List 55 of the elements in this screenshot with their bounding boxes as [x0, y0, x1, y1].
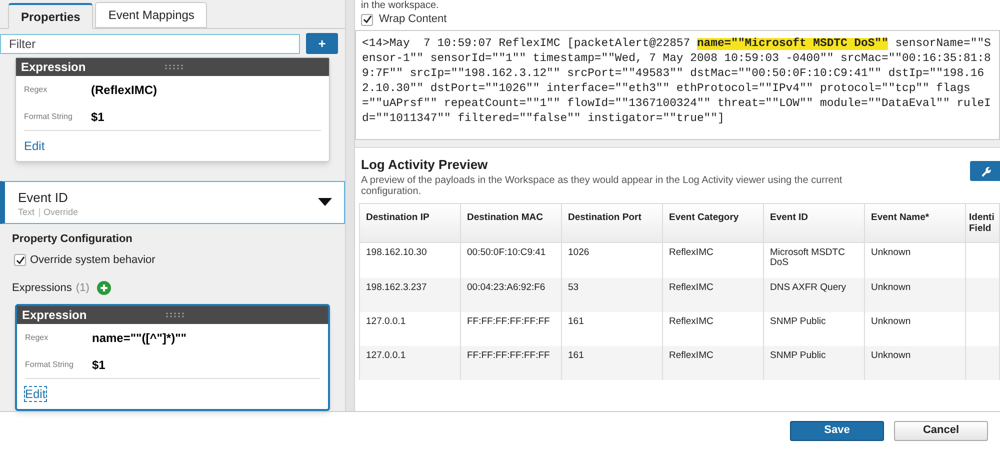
drag-handle-icon: [165, 312, 185, 318]
expression-title: Expression: [21, 59, 86, 76]
separator-line: [38, 208, 40, 217]
save-button[interactable]: Save: [790, 420, 884, 440]
property-override: Override: [44, 208, 78, 217]
expressions-count: (1): [76, 280, 90, 296]
tab[interactable]: Event Mappings: [95, 2, 208, 28]
workspace-note: in the workspace.: [361, 0, 440, 11]
cancel-button[interactable]: Cancel: [894, 420, 988, 440]
column-header[interactable]: Identi Field: [966, 203, 1000, 242]
field-label: Format String: [24, 110, 74, 123]
section-title: Property Configuration: [12, 232, 134, 246]
property-name: Event ID: [18, 189, 69, 208]
table-cell: 161: [562, 346, 662, 380]
add-icon[interactable]: [97, 280, 112, 295]
checkbox[interactable]: [361, 14, 373, 26]
field-label: Format String: [25, 358, 74, 370]
field-label: Regex: [24, 84, 48, 96]
filter-field[interactable]: Filter: [0, 34, 300, 54]
tab[interactable]: Properties: [8, 3, 94, 30]
field-value: (ReflexIMC): [91, 82, 158, 99]
edit-link[interactable]: Edit: [24, 139, 45, 154]
field-value: $1: [92, 356, 106, 374]
preview-description: A preview of the payloads in the Workspace as they would appear in the Log Activity viewer using the current configuration.: [361, 174, 844, 196]
expression-title: Expression: [22, 307, 87, 324]
checkbox-label: Wrap Content: [379, 12, 447, 28]
table-cell: 127.0.0.1: [360, 346, 460, 380]
add-button[interactable]: +: [306, 33, 338, 54]
field-value: name=""([^"]*)"": [92, 330, 186, 346]
edit-link[interactable]: Edit: [25, 387, 46, 401]
column-header[interactable]: Event Name*: [864, 203, 966, 242]
column-header[interactable]: Event Category: [662, 203, 764, 242]
settings-button[interactable]: [970, 161, 1000, 181]
table-cell: Unknown: [864, 346, 966, 380]
property-row[interactable]: Event ID Text Override: [0, 181, 345, 224]
caret-icon: [318, 198, 332, 206]
expressions-label: Expressions: [12, 280, 72, 296]
field-value: $1: [91, 108, 104, 126]
column-header[interactable]: Destination Port: [562, 203, 662, 242]
column-header[interactable]: Event ID: [764, 203, 864, 242]
field-label: Regex: [25, 332, 50, 344]
column-header[interactable]: Destination MAC: [460, 203, 562, 242]
log-payload: <14>May 7 10:59:07 ReflexIMC [packetAlert@22857 name=""Microsoft MSDTC DoS"" sensorName=""Sensor-1"" sensorId=""1"" timestamp=""Wed, 7 May 2008 10:59:03 -0400"" srcMac=""00:16:35:81:89:7F"" srcIp=""198.162.3.12"" srcPort=""49583"" dstMac=""00:50:0F:10:C9:41"" dstIp=""198.162.10.30"" dstPort=""1026"" interface=""eth3"" ethProtocol=""IPv4"" protocol=""tcp"" flags=""uAPrsf"" repeatCount=""1"" flowId=""1367100324"" threat=""LOW"" module=""DataEval"" ruleId=""1011347"" filtered=""false"" instigator=""true""]: [362, 37, 992, 127]
wrench-icon: [980, 166, 990, 176]
table-cell: FF:FF:FF:FF:FF:FF: [460, 346, 562, 380]
checkmark-icon: [362, 15, 372, 24]
preview-title: Log Activity Preview: [361, 156, 489, 174]
column-header[interactable]: Destination IP: [360, 203, 460, 242]
table-cell: SNMP Public: [764, 346, 864, 380]
drag-handle-icon: [164, 64, 184, 70]
property-type: Text: [18, 208, 35, 217]
table-cell: ReflexIMC: [662, 346, 764, 380]
checkbox[interactable]: [14, 254, 26, 266]
checkbox-label: Override system behavior: [30, 253, 156, 268]
checkmark-icon: [16, 256, 24, 265]
